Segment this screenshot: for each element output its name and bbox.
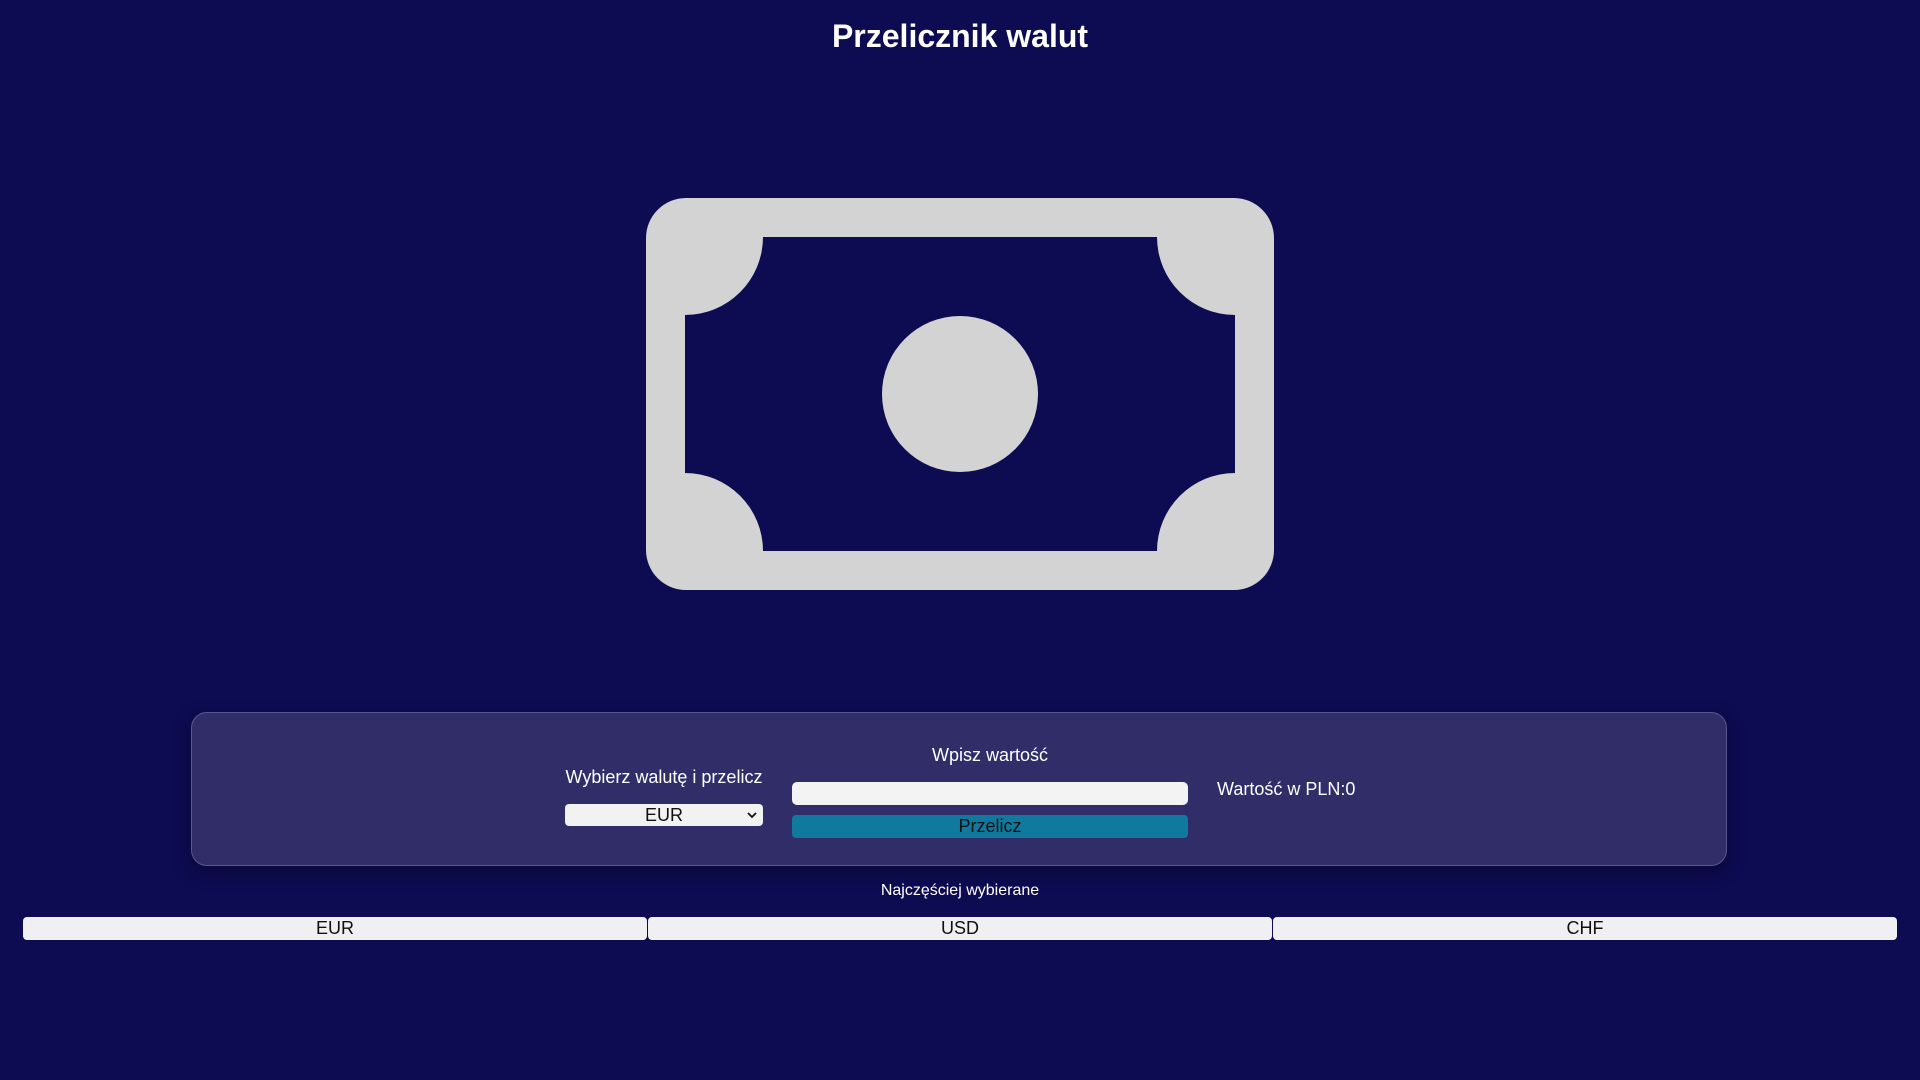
favorite-eur-button[interactable]: EUR [23,917,647,940]
amount-group: Wpisz wartość Przelicz [792,745,1188,838]
amount-input[interactable] [792,782,1188,805]
currency-select-group: Wybierz walutę i przelicz EUR [565,767,763,826]
result-text: Wartość w PLN:0 [1217,779,1356,799]
currency-select[interactable]: EUR [565,804,763,826]
converter-panel: Wybierz walutę i przelicz EUR Wpisz wart… [191,712,1727,866]
currency-select-value: EUR [644,805,683,825]
banknote-icon [646,198,1274,590]
currency-select-label: Wybierz walutę i przelicz [565,767,763,787]
convert-button[interactable]: Przelicz [792,815,1188,838]
page-title: Przelicznik walut [831,18,1089,54]
amount-label: Wpisz wartość [931,745,1048,765]
favorites-label: Najczęściej wybierane [880,882,1040,899]
chevron-down-icon [745,804,759,826]
favorites-row: EUR USD CHF [23,917,1897,940]
favorite-usd-button[interactable]: USD [648,917,1272,940]
favorite-chf-button[interactable]: CHF [1273,917,1897,940]
